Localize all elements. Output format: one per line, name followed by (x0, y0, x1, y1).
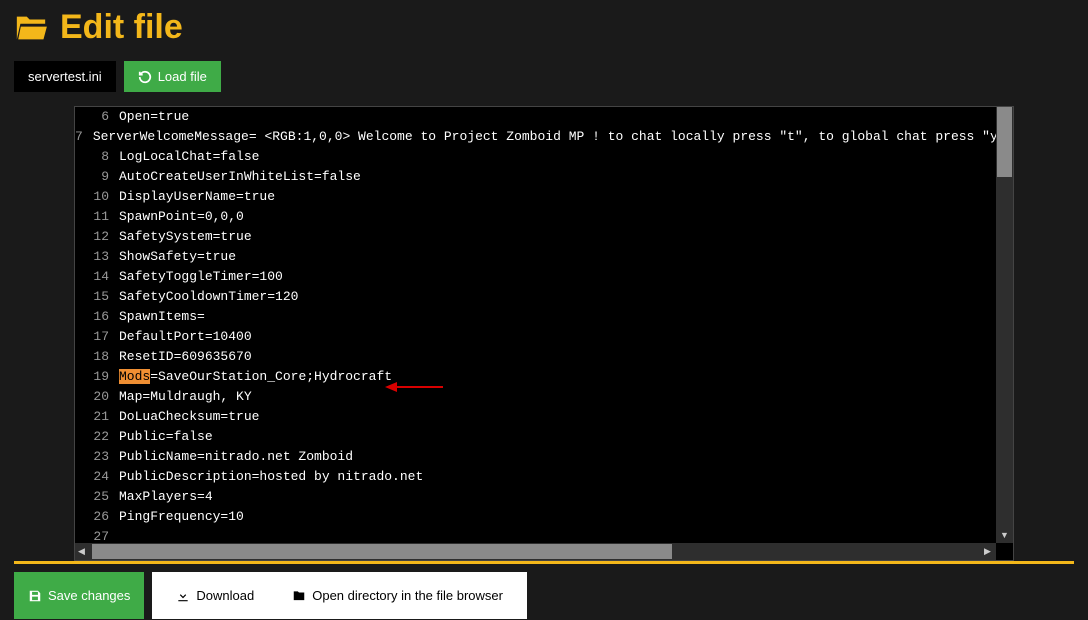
line-number: 16 (75, 307, 119, 327)
save-label: Save changes (48, 588, 130, 603)
download-button[interactable]: Download (162, 580, 268, 611)
open-directory-button[interactable]: Open directory in the file browser (278, 580, 517, 611)
editor-line[interactable]: 7ServerWelcomeMessage= <RGB:1,0,0> Welco… (75, 127, 996, 147)
line-code[interactable]: DoLuaChecksum=true (119, 407, 259, 427)
line-number: 18 (75, 347, 119, 367)
load-file-label: Load file (158, 69, 207, 84)
folder-open-icon (14, 13, 48, 43)
file-name-button[interactable]: servertest.ini (14, 61, 116, 92)
toolbar-bottom: Save changes Download Open directory in … (14, 572, 1074, 619)
line-code[interactable]: SafetyCooldownTimer=120 (119, 287, 298, 307)
editor-line[interactable]: 15SafetyCooldownTimer=120 (75, 287, 996, 307)
line-number: 25 (75, 487, 119, 507)
editor-line[interactable]: 17DefaultPort=10400 (75, 327, 996, 347)
horizontal-scrollbar-thumb[interactable] (92, 544, 672, 559)
load-file-button[interactable]: Load file (124, 61, 221, 92)
save-icon (28, 589, 42, 603)
line-code[interactable]: SpawnItems= (119, 307, 205, 327)
editor-content[interactable]: 6Open=true7ServerWelcomeMessage= <RGB:1,… (75, 107, 996, 543)
page-title: Edit file (60, 8, 183, 47)
editor-line[interactable]: 9AutoCreateUserInWhiteList=false (75, 167, 996, 187)
line-code[interactable]: ResetID=609635670 (119, 347, 252, 367)
toolbar-top: servertest.ini Load file (14, 61, 1074, 92)
line-number: 26 (75, 507, 119, 527)
reload-icon (138, 70, 152, 84)
white-button-group: Download Open directory in the file brow… (152, 572, 527, 619)
line-code[interactable]: Open=true (119, 107, 189, 127)
folder-icon (292, 589, 306, 603)
line-number: 11 (75, 207, 119, 227)
line-code[interactable]: PublicDescription=hosted by nitrado.net (119, 467, 423, 487)
line-code[interactable]: MaxPlayers=4 (119, 487, 213, 507)
line-number: 7 (75, 127, 93, 147)
vertical-scrollbar-thumb[interactable] (997, 107, 1012, 177)
page-header: Edit file (14, 8, 1074, 47)
line-number: 19 (75, 367, 119, 387)
editor-line[interactable]: 6Open=true (75, 107, 996, 127)
scroll-left-icon[interactable]: ◀ (73, 543, 90, 560)
line-number: 6 (75, 107, 119, 127)
line-number: 15 (75, 287, 119, 307)
editor-line[interactable]: 26PingFrequency=10 (75, 507, 996, 527)
editor-line[interactable]: 24PublicDescription=hosted by nitrado.ne… (75, 467, 996, 487)
download-label: Download (196, 588, 254, 603)
editor-line[interactable]: 25MaxPlayers=4 (75, 487, 996, 507)
editor-line[interactable]: 22Public=false (75, 427, 996, 447)
line-number: 24 (75, 467, 119, 487)
line-number: 10 (75, 187, 119, 207)
line-code[interactable]: PingFrequency=10 (119, 507, 244, 527)
line-number: 12 (75, 227, 119, 247)
line-number: 22 (75, 427, 119, 447)
line-number: 27 (75, 527, 119, 543)
line-number: 9 (75, 167, 119, 187)
editor-line[interactable]: 27 (75, 527, 996, 543)
editor-line[interactable]: 10DisplayUserName=true (75, 187, 996, 207)
vertical-scrollbar[interactable]: ▼ (996, 107, 1013, 543)
editor-line[interactable]: 16SpawnItems= (75, 307, 996, 327)
horizontal-scrollbar[interactable]: ◀ ▶ (75, 543, 996, 560)
line-number: 21 (75, 407, 119, 427)
line-code[interactable]: LogLocalChat=false (119, 147, 259, 167)
line-code[interactable]: PublicName=nitrado.net Zomboid (119, 447, 353, 467)
line-number: 23 (75, 447, 119, 467)
save-button[interactable]: Save changes (14, 572, 144, 619)
highlighted-key: Mods (119, 369, 150, 384)
scroll-down-icon[interactable]: ▼ (996, 526, 1013, 543)
line-number: 20 (75, 387, 119, 407)
line-code[interactable]: SpawnPoint=0,0,0 (119, 207, 244, 227)
editor-line[interactable]: 11SpawnPoint=0,0,0 (75, 207, 996, 227)
editor-line[interactable]: 18ResetID=609635670 (75, 347, 996, 367)
editor-line[interactable]: 19Mods=SaveOurStation_Core;Hydrocraft (75, 367, 996, 387)
line-number: 14 (75, 267, 119, 287)
line-code[interactable]: SafetyToggleTimer=100 (119, 267, 283, 287)
line-code[interactable]: Public=false (119, 427, 213, 447)
line-code[interactable]: SafetySystem=true (119, 227, 252, 247)
line-number: 17 (75, 327, 119, 347)
line-code[interactable]: ServerWelcomeMessage= <RGB:1,0,0> Welcom… (93, 127, 996, 147)
editor-line[interactable]: 23PublicName=nitrado.net Zomboid (75, 447, 996, 467)
line-code[interactable]: DefaultPort=10400 (119, 327, 252, 347)
line-code[interactable]: AutoCreateUserInWhiteList=false (119, 167, 361, 187)
editor-line[interactable]: 12SafetySystem=true (75, 227, 996, 247)
accent-divider (14, 561, 1074, 564)
download-icon (176, 589, 190, 603)
line-code[interactable]: Mods=SaveOurStation_Core;Hydrocraft (119, 367, 392, 387)
code-editor[interactable]: 6Open=true7ServerWelcomeMessage= <RGB:1,… (74, 106, 1014, 561)
line-code[interactable]: ShowSafety=true (119, 247, 236, 267)
editor-line[interactable]: 20Map=Muldraugh, KY (75, 387, 996, 407)
editor-line[interactable]: 21DoLuaChecksum=true (75, 407, 996, 427)
editor-line[interactable]: 14SafetyToggleTimer=100 (75, 267, 996, 287)
editor-line[interactable]: 8LogLocalChat=false (75, 147, 996, 167)
open-directory-label: Open directory in the file browser (312, 588, 503, 603)
line-code[interactable]: Map=Muldraugh, KY (119, 387, 252, 407)
line-code[interactable]: DisplayUserName=true (119, 187, 275, 207)
scroll-right-icon[interactable]: ▶ (979, 543, 996, 560)
line-number: 8 (75, 147, 119, 167)
line-number: 13 (75, 247, 119, 267)
editor-line[interactable]: 13ShowSafety=true (75, 247, 996, 267)
